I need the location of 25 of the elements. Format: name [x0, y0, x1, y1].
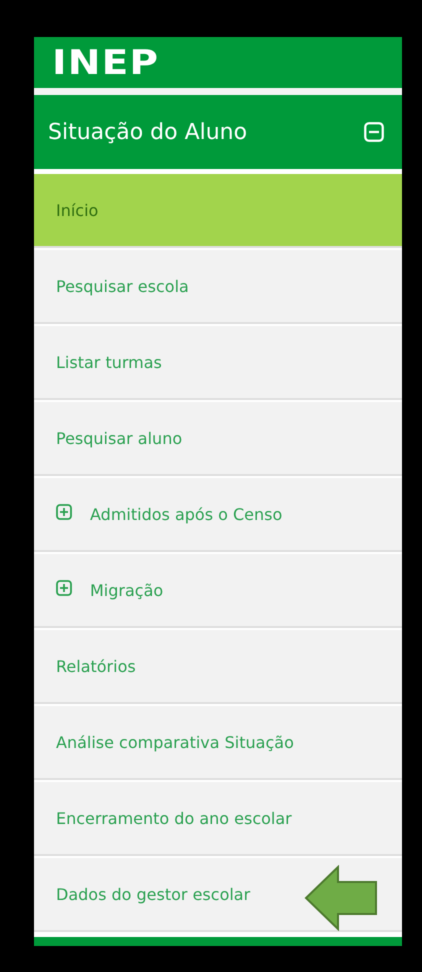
- menu-item[interactable]: Pesquisar escola: [34, 248, 402, 324]
- menu-item-label[interactable]: Listar turmas: [56, 352, 162, 372]
- menu-item-label[interactable]: Encerramento do ano escolar: [56, 808, 292, 828]
- menu-item[interactable]: Admitidos após o Censo: [34, 476, 402, 552]
- menu-item[interactable]: Dados do gestor escolar: [34, 856, 402, 932]
- menu-item-label[interactable]: Relatórios: [56, 656, 136, 676]
- menu-item[interactable]: Início: [34, 172, 402, 248]
- menu-item[interactable]: Migração: [34, 552, 402, 628]
- menu-item-label[interactable]: Pesquisar aluno: [56, 428, 182, 448]
- menu-item-label[interactable]: Início: [56, 200, 98, 220]
- collapse-icon[interactable]: [364, 122, 384, 142]
- expand-icon[interactable]: [56, 580, 72, 596]
- menu-item-label[interactable]: Migração: [90, 580, 164, 600]
- menu-item[interactable]: Encerramento do ano escolar: [34, 780, 402, 856]
- menu-item[interactable]: Listar turmas: [34, 324, 402, 400]
- menu-item[interactable]: Pesquisar aluno: [34, 400, 402, 476]
- menu-item[interactable]: Análise comparativa Situação: [34, 704, 402, 780]
- menu-item[interactable]: Relatórios: [34, 628, 402, 704]
- menu-item-label[interactable]: Dados do gestor escolar: [56, 884, 250, 904]
- menu-item-label[interactable]: Pesquisar escola: [56, 276, 189, 296]
- expand-icon[interactable]: [56, 504, 72, 520]
- menu-item-label[interactable]: Análise comparativa Situação: [56, 732, 294, 752]
- menu-title: Situação do Aluno: [48, 120, 248, 144]
- menu-item-label[interactable]: Admitidos após o Censo: [90, 504, 282, 524]
- logo: INEP: [52, 42, 160, 82]
